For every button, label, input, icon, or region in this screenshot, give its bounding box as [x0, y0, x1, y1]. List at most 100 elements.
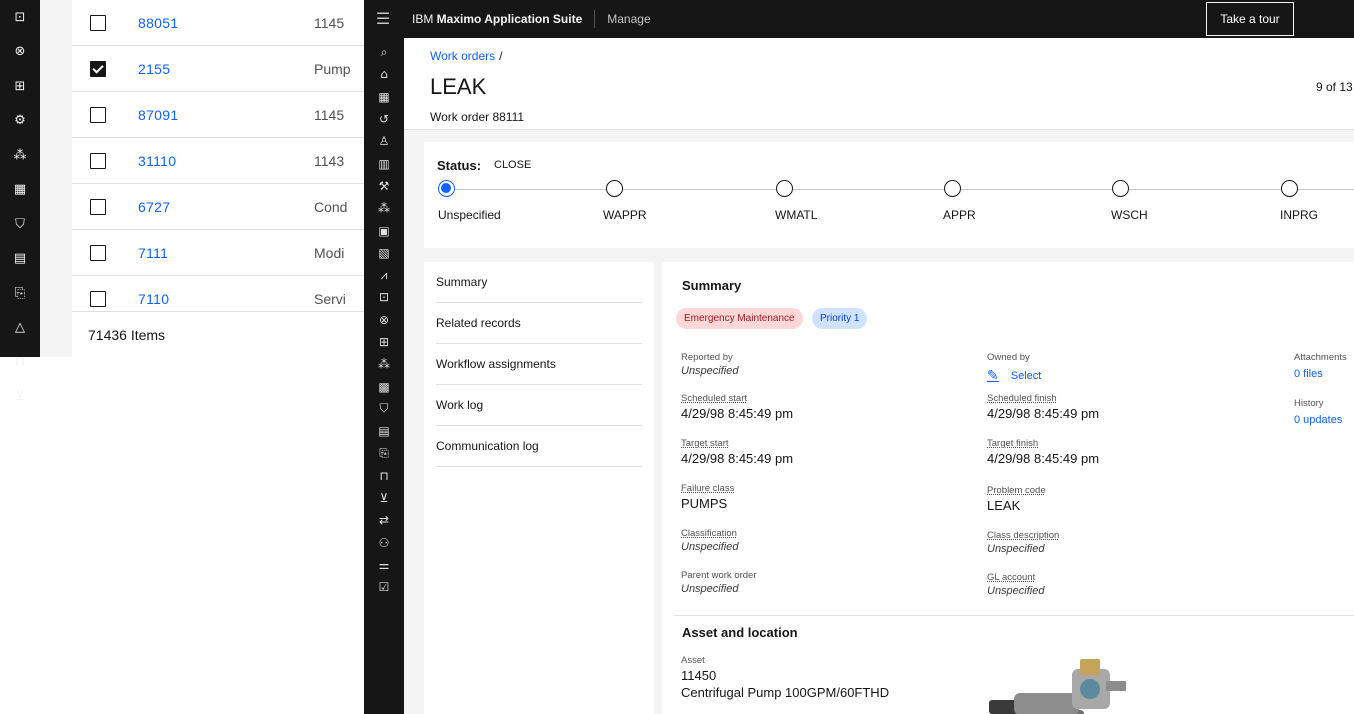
flow-icon[interactable]: ⁂ [0, 138, 40, 173]
work-order-description: Cond [314, 198, 348, 215]
analytics-icon[interactable]: ⩘ [364, 264, 404, 286]
work-order-number-link[interactable]: 88051 [138, 15, 178, 31]
work-order-number-link[interactable]: 2155 [138, 61, 170, 77]
hamburger-menu-icon[interactable]: ☰ [364, 0, 402, 38]
sliders-icon[interactable]: ⚌ [364, 554, 404, 576]
network-icon[interactable]: ⊗ [0, 35, 40, 70]
gl-account-field: GL account Unspecified [987, 572, 1044, 597]
work-type-tag: Emergency Maintenance [676, 308, 803, 329]
tab-workflow-assignments[interactable]: Workflow assignments [436, 344, 642, 385]
asset-field: Asset 11450 Centrifugal Pump 100GPM/60FT… [681, 655, 889, 700]
table-row[interactable]: 7111 Modi [72, 230, 364, 276]
work-order-number-link[interactable]: 87091 [138, 107, 178, 123]
chart-icon[interactable]: ▥ [364, 152, 404, 174]
history-link[interactable]: 0 updates [1294, 414, 1342, 426]
receipt-icon[interactable]: ▤ [364, 420, 404, 442]
settings-icon[interactable]: ⚙ [0, 104, 40, 139]
field-value[interactable]: PUMPS [681, 496, 734, 511]
field-value[interactable]: Unspecified [681, 541, 738, 553]
field-value[interactable]: 4/29/98 8:45:49 pm [987, 406, 1099, 421]
people-icon[interactable]: ⚇ [364, 532, 404, 554]
row-checkbox[interactable] [90, 152, 106, 169]
warning-icon[interactable]: △ [0, 311, 40, 346]
work-order-number-link[interactable]: 7111 [138, 245, 168, 261]
work-order-number-link[interactable]: 31110 [138, 153, 176, 169]
field-value: Unspecified [681, 583, 739, 595]
tab-summary[interactable]: Summary [436, 262, 642, 303]
table-row[interactable]: 6727 Cond [72, 184, 364, 230]
status-step[interactable]: WAPPR [603, 180, 647, 222]
row-checkbox[interactable] [90, 106, 106, 123]
document-icon[interactable]: ▣ [364, 219, 404, 241]
top-navigation-bar: ☰ IBM Maximo Application Suite Manage Ta… [364, 0, 1354, 38]
field-value[interactable]: 4/29/98 8:45:49 pm [681, 451, 793, 466]
asset-id[interactable]: 11450 [681, 668, 889, 683]
user-icon[interactable]: ♙ [364, 130, 404, 152]
home-icon[interactable]: ⌂ [364, 63, 404, 85]
owner-select-button[interactable]: ✎ Select [987, 368, 1041, 384]
tab-communication-log[interactable]: Communication log [436, 426, 642, 467]
calendar-icon[interactable]: ▩ [364, 375, 404, 397]
field-value[interactable]: Unspecified [987, 543, 1059, 555]
briefcase-icon[interactable]: ⊞ [0, 69, 40, 104]
status-step[interactable]: APPR [943, 180, 976, 222]
section-divider [674, 615, 1354, 616]
asset-location-heading: Asset and location [682, 625, 798, 640]
history-icon[interactable]: ↺ [364, 108, 404, 130]
shield-icon[interactable]: ⛉ [364, 398, 404, 420]
status-step[interactable]: WMATL [775, 180, 817, 222]
row-checkbox[interactable] [90, 198, 106, 215]
page-header: Work orders / LEAK Work order 88111 9 of … [404, 38, 1354, 130]
status-step[interactable]: INPRG [1280, 180, 1318, 222]
parent-work-order-field: Parent work order Unspecified [681, 570, 757, 595]
lock-icon[interactable]: ⊓ [364, 465, 404, 487]
table-row[interactable]: 88051 1145 [72, 0, 364, 46]
transfer-icon[interactable]: ⇄ [364, 509, 404, 531]
flow-icon[interactable]: ⁂ [364, 353, 404, 375]
table-icon[interactable]: ▦ [364, 86, 404, 108]
clipboard-icon[interactable]: ⎘ [0, 276, 40, 311]
attachments-link[interactable]: 0 files [1294, 368, 1347, 380]
cart-icon[interactable]: ⊻ [364, 487, 404, 509]
network-icon[interactable]: ⊗ [364, 309, 404, 331]
table-row[interactable]: 87091 1145 [72, 92, 364, 138]
briefcase-icon[interactable]: ⊞ [364, 331, 404, 353]
work-order-number-link[interactable]: 7110 [138, 291, 169, 307]
calendar-icon[interactable]: ▦ [0, 173, 40, 208]
record-pager: 9 of 13 [1316, 80, 1353, 94]
breadcrumb-work-orders-link[interactable]: Work orders [430, 49, 495, 63]
report-icon[interactable]: ⊡ [364, 286, 404, 308]
clipboard-icon[interactable]: ⎘ [364, 442, 404, 464]
row-checkbox[interactable] [90, 14, 106, 31]
receipt-icon[interactable]: ▤ [0, 242, 40, 277]
lock-icon[interactable]: ⊓ [0, 345, 40, 380]
step-incomplete-icon [1281, 180, 1298, 197]
field-value[interactable]: LEAK [987, 498, 1046, 513]
row-checkbox[interactable] [90, 290, 106, 307]
shield-icon[interactable]: ⛉ [0, 207, 40, 242]
row-checkbox[interactable] [90, 60, 106, 77]
status-step[interactable]: WSCH [1111, 180, 1148, 222]
field-value[interactable]: 4/29/98 8:45:49 pm [987, 451, 1099, 466]
table-row[interactable]: 31110 1143 [72, 138, 364, 184]
tool-icon[interactable]: ⚒ [364, 175, 404, 197]
target-start-field: Target start 4/29/98 8:45:49 pm [681, 438, 793, 466]
file-icon[interactable]: ▧ [364, 242, 404, 264]
work-order-number-link[interactable]: 6727 [138, 199, 170, 215]
table-row[interactable]: 2155 Pump [72, 46, 364, 92]
cart-icon[interactable]: ⊻ [0, 380, 40, 415]
flow-icon[interactable]: ⁂ [364, 197, 404, 219]
main-content: Work orders / LEAK Work order 88111 9 of … [404, 38, 1354, 714]
tab-work-log[interactable]: Work log [436, 385, 642, 426]
checklist-icon[interactable]: ☑ [364, 576, 404, 598]
row-checkbox[interactable] [90, 244, 106, 261]
take-a-tour-button[interactable]: Take a tour [1206, 2, 1294, 36]
field-value[interactable]: Unspecified [987, 585, 1044, 597]
report-icon[interactable]: ⊡ [0, 0, 40, 35]
status-step[interactable]: Unspecified [438, 180, 501, 222]
search-icon[interactable]: ⌕ [364, 41, 404, 63]
tab-related-records[interactable]: Related records [436, 303, 642, 344]
history-field: History 0 updates [1294, 398, 1342, 426]
work-order-id: Work order 88111 [430, 110, 525, 124]
field-value[interactable]: 4/29/98 8:45:49 pm [681, 406, 793, 421]
